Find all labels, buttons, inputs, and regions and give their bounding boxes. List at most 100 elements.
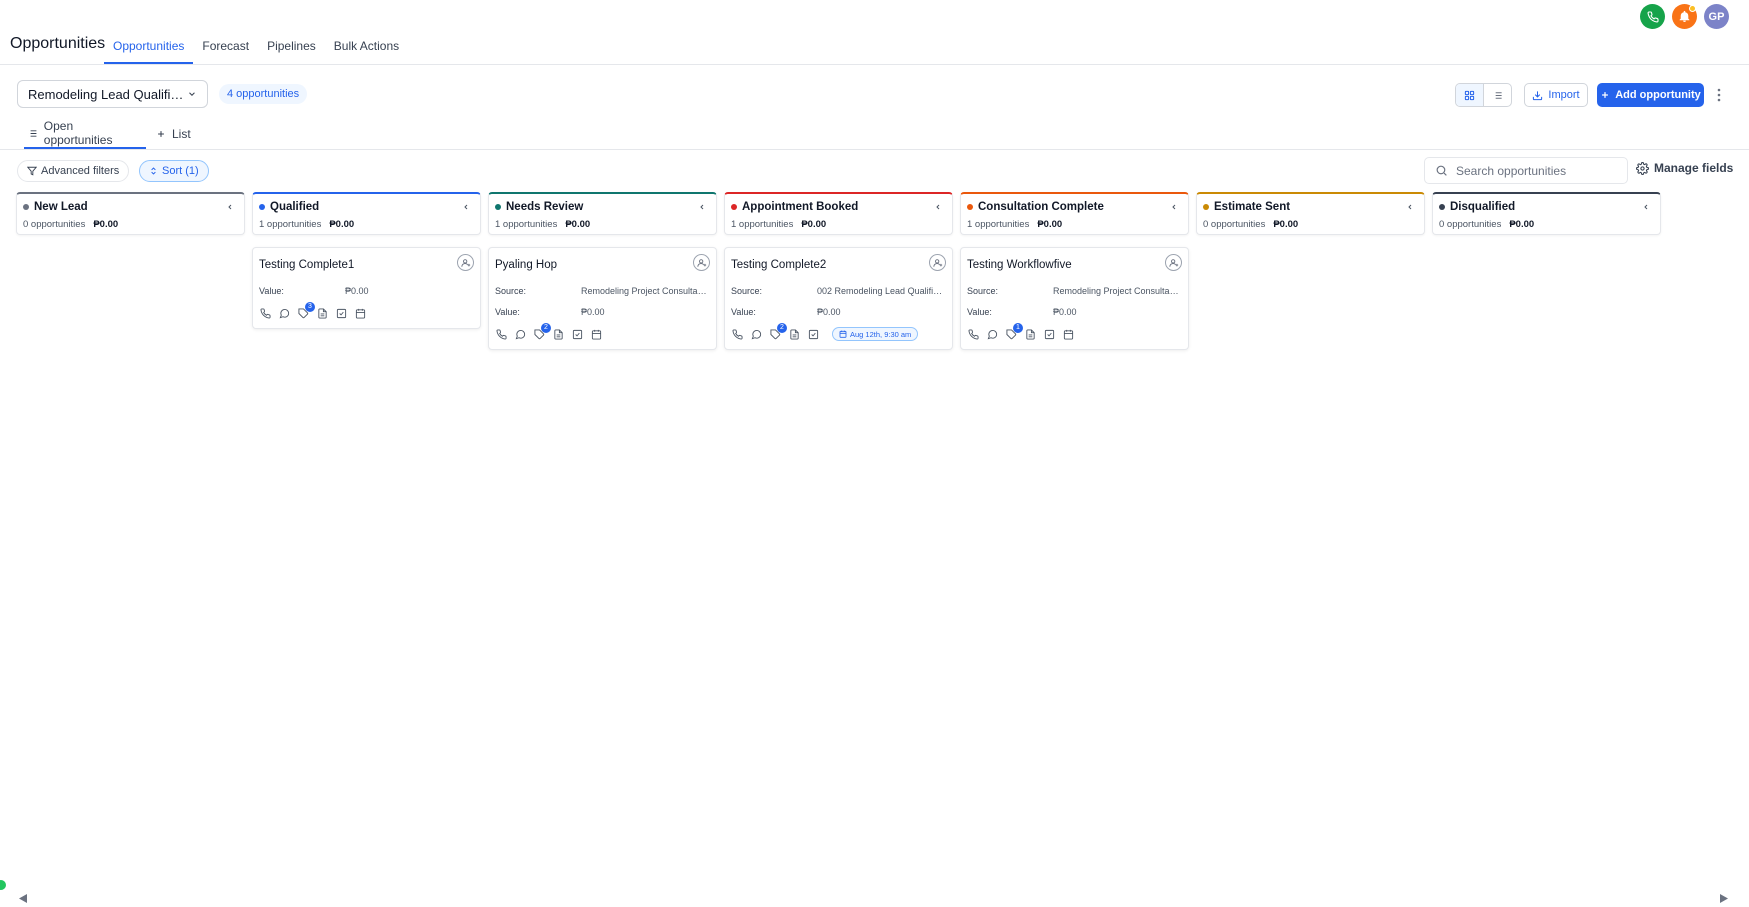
tasks-button[interactable] xyxy=(1043,328,1056,341)
nav-tabs: Opportunities Forecast Pipelines Bulk Ac… xyxy=(104,28,408,65)
chevron-left-icon xyxy=(1408,204,1412,210)
collapse-stage-button[interactable] xyxy=(1170,203,1178,211)
tags-button[interactable]: 1 xyxy=(1005,322,1023,341)
more-options-button[interactable] xyxy=(1712,85,1726,105)
search-icon xyxy=(1436,165,1447,176)
view-subtabs: Open opportunities List xyxy=(0,119,1749,150)
opportunity-card[interactable]: Pyaling Hop Source: Remodeling Project Co… xyxy=(488,247,717,350)
stage-amount: ₱0.00 xyxy=(329,219,355,230)
message-button[interactable] xyxy=(514,328,527,341)
chevron-left-icon xyxy=(936,204,940,210)
stage-amount: ₱0.00 xyxy=(801,219,827,230)
stage-count: 0 opportunities xyxy=(1203,219,1266,230)
assign-user-button[interactable] xyxy=(1165,254,1182,271)
card-title: Testing Complete2 xyxy=(731,259,827,271)
filter-icon xyxy=(27,166,37,176)
assign-user-button[interactable] xyxy=(929,254,946,271)
add-opportunity-label: Add opportunity xyxy=(1615,89,1701,101)
list-icon xyxy=(28,129,37,137)
collapse-stage-button[interactable] xyxy=(934,203,942,211)
message-button[interactable] xyxy=(986,328,999,341)
chat-icon xyxy=(987,329,998,339)
stage-dot xyxy=(967,204,973,210)
calendar-button[interactable] xyxy=(590,328,603,341)
stage-count: 1 opportunities xyxy=(495,219,558,230)
call-button[interactable] xyxy=(967,328,980,341)
value-label: Value: xyxy=(967,307,992,317)
tags-button[interactable]: 2 xyxy=(533,322,551,341)
appointment-chip[interactable]: Aug 12th, 9:30 am xyxy=(832,327,919,341)
card-source: Remodeling Project Consultati... xyxy=(581,286,709,296)
tab-bulk-actions[interactable]: Bulk Actions xyxy=(325,28,408,64)
subtab-open-opportunities[interactable]: Open opportunities xyxy=(24,119,146,149)
stage-header: Needs Review 1 opportunities ₱0.00 xyxy=(488,192,717,235)
collapse-stage-button[interactable] xyxy=(1406,203,1414,211)
add-opportunity-button[interactable]: Add opportunity xyxy=(1597,83,1704,107)
notifications-button[interactable] xyxy=(1672,4,1697,29)
tab-pipelines[interactable]: Pipelines xyxy=(258,28,325,64)
notification-dot xyxy=(1689,5,1696,12)
stage-dot xyxy=(1439,204,1445,210)
tags-button[interactable]: 3 xyxy=(297,301,315,320)
manage-fields-button[interactable]: Manage fields xyxy=(1636,161,1733,175)
call-button[interactable] xyxy=(731,328,744,341)
message-button[interactable] xyxy=(750,328,763,341)
tags-button[interactable]: 2 xyxy=(769,322,787,341)
appointment-time: Aug 12th, 9:30 am xyxy=(850,329,912,339)
tasks-button[interactable] xyxy=(335,307,348,320)
plus-icon xyxy=(158,131,164,137)
opportunity-card[interactable]: Testing Workflowfive Source: Remodeling P… xyxy=(960,247,1189,350)
stage-amount: ₱0.00 xyxy=(1273,219,1299,230)
search-input[interactable] xyxy=(1456,163,1616,178)
notes-button[interactable] xyxy=(316,307,329,320)
tab-opportunities[interactable]: Opportunities xyxy=(104,28,194,64)
avatar[interactable]: GP xyxy=(1704,4,1729,29)
tasks-button[interactable] xyxy=(807,328,820,341)
phone-icon xyxy=(1647,10,1659,22)
pipeline-select[interactable]: Remodeling Lead Qualificati... xyxy=(17,80,208,108)
document-icon xyxy=(318,307,327,319)
scroll-right-button[interactable] xyxy=(1720,894,1728,903)
opportunity-card[interactable]: Testing Complete1 Value: ₱0.00 3 xyxy=(252,247,481,329)
gear-icon xyxy=(1636,161,1649,175)
stage-column-needs-review: Needs Review 1 opportunities ₱0.00 Pyalin… xyxy=(488,192,717,350)
collapse-stage-button[interactable] xyxy=(698,203,706,211)
stage-dot xyxy=(731,204,737,210)
scroll-left-button[interactable] xyxy=(19,894,27,903)
board-view-button[interactable] xyxy=(1456,84,1484,106)
advanced-filters-button[interactable]: Advanced filters xyxy=(17,160,130,182)
tab-forecast[interactable]: Forecast xyxy=(193,28,258,64)
opportunity-card[interactable]: Testing Complete2 Source: 002 Remodeling … xyxy=(724,247,953,350)
value-row: Value: ₱0.00 xyxy=(967,307,1182,317)
notes-button[interactable] xyxy=(788,328,801,341)
list-view-button[interactable] xyxy=(1484,84,1511,106)
collapse-stage-button[interactable] xyxy=(462,203,470,211)
call-button[interactable] xyxy=(495,328,508,341)
call-button[interactable] xyxy=(259,307,272,320)
collapse-stage-button[interactable] xyxy=(1642,203,1650,211)
top-bar: Opportunities Opportunities Forecast Pip… xyxy=(0,0,1749,65)
sort-label: Sort (1) xyxy=(162,165,199,177)
stage-count: 1 opportunities xyxy=(967,219,1030,230)
collapse-stage-button[interactable] xyxy=(226,203,234,211)
value-label: Value: xyxy=(731,307,756,317)
source-row: Source: 002 Remodeling Lead Qualific... xyxy=(731,286,946,296)
assign-user-button[interactable] xyxy=(457,254,474,271)
calendar-button[interactable] xyxy=(1062,328,1075,341)
subtab-add-list[interactable]: List xyxy=(153,119,194,149)
assign-user-button[interactable] xyxy=(693,254,710,271)
tasks-button[interactable] xyxy=(571,328,584,341)
calendar-button[interactable] xyxy=(354,307,367,320)
stage-name: Qualified xyxy=(270,201,320,213)
notes-button[interactable] xyxy=(1024,328,1037,341)
subtab-list-label: List xyxy=(172,127,191,141)
page-title: Opportunities xyxy=(10,35,106,52)
calendar-icon xyxy=(839,330,847,338)
chat-icon xyxy=(279,308,290,318)
import-button[interactable]: Import xyxy=(1524,83,1588,107)
sort-button[interactable]: Sort (1) xyxy=(139,160,209,182)
message-button[interactable] xyxy=(278,307,291,320)
tag-count-badge: 3 xyxy=(305,301,315,312)
notes-button[interactable] xyxy=(552,328,565,341)
phone-button[interactable] xyxy=(1640,4,1665,29)
